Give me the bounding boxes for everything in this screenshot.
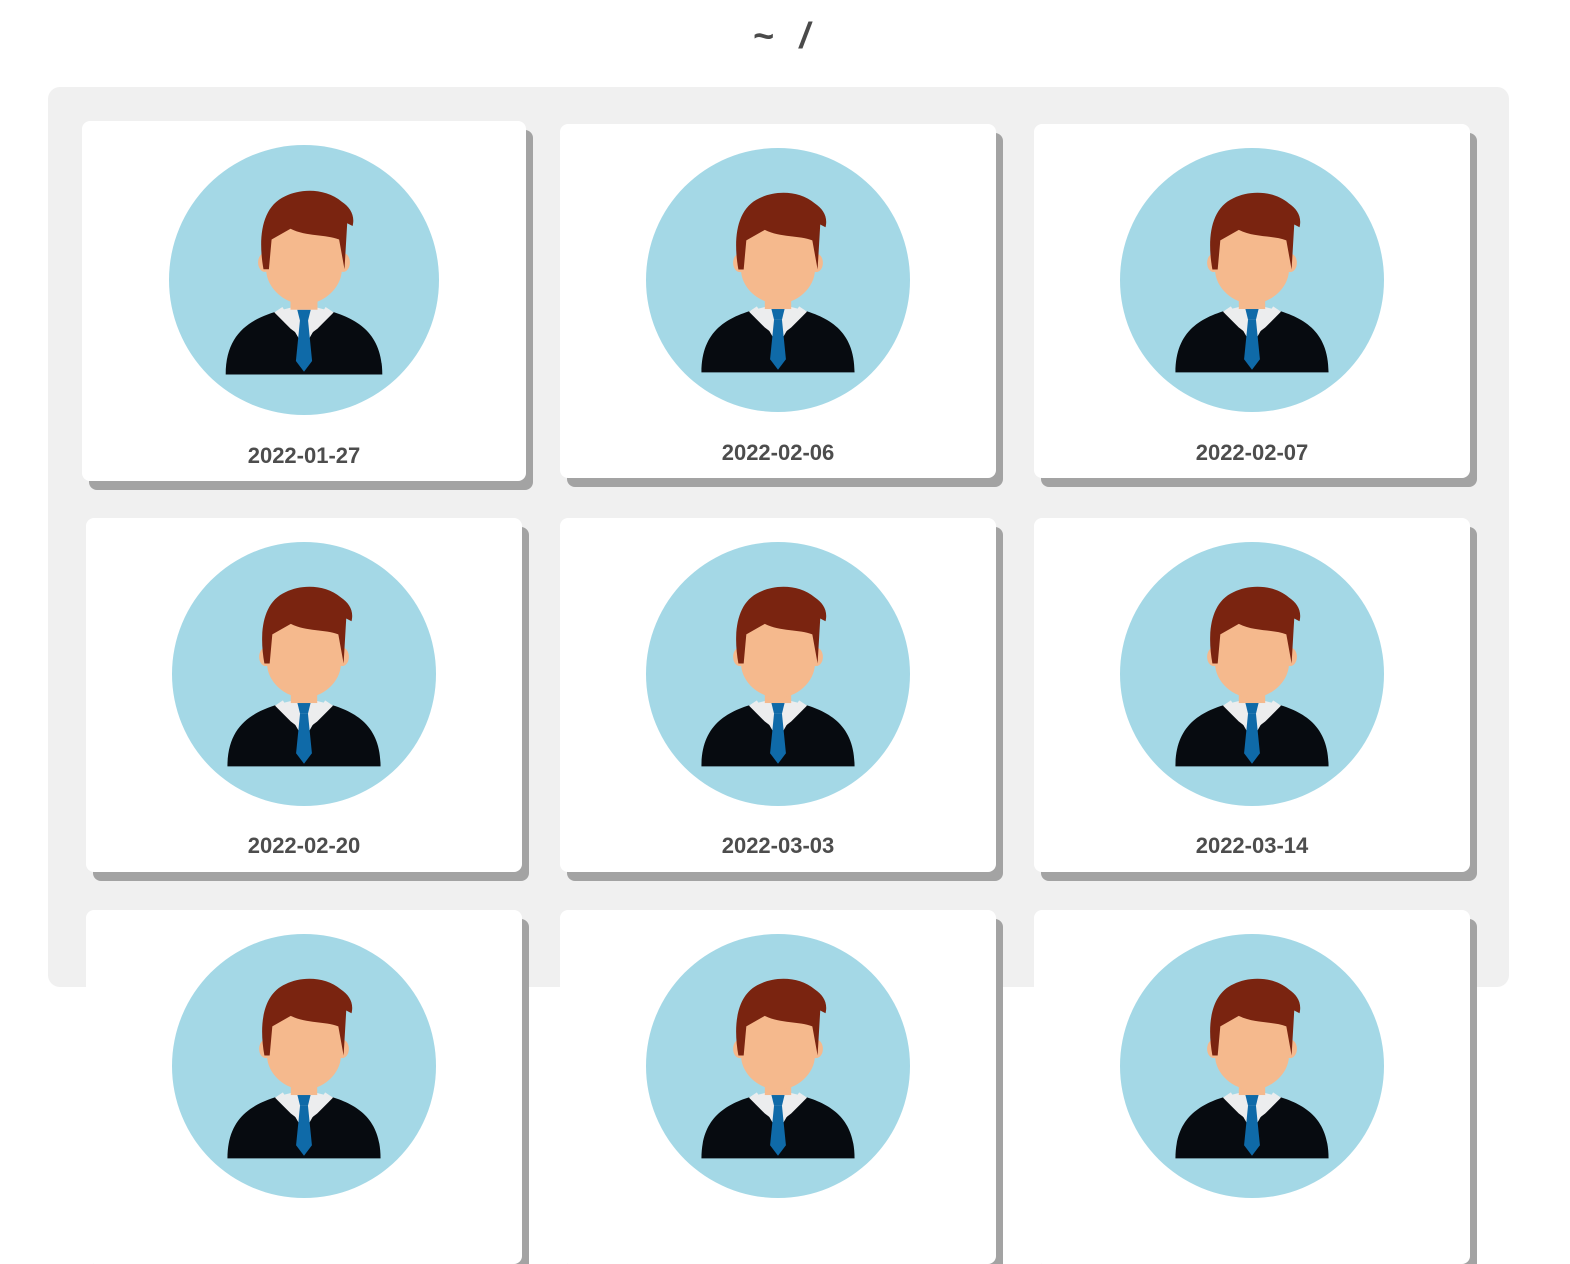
page-title: ~ /: [752, 15, 818, 56]
gallery-card[interactable]: 2022-01-27: [82, 121, 526, 481]
avatar-icon: [646, 148, 910, 412]
gallery-card[interactable]: [86, 910, 522, 1264]
avatar-icon: [172, 934, 436, 1198]
avatar-icon: [646, 934, 910, 1198]
gallery-card[interactable]: 2022-02-20: [86, 518, 522, 872]
avatar-icon: [172, 542, 436, 806]
card-date: 2022-01-27: [247, 443, 361, 468]
avatar-icon: [646, 542, 910, 806]
gallery-card[interactable]: 2022-03-03: [560, 518, 996, 872]
gallery-card[interactable]: 2022-02-06: [560, 124, 996, 478]
avatar-icon: [169, 145, 439, 415]
avatar-icon: [1120, 148, 1384, 412]
card-date: 2022-03-14: [1195, 833, 1309, 858]
card-date: 2022-02-20: [247, 833, 361, 858]
gallery-card[interactable]: 2022-03-14: [1034, 518, 1470, 872]
gallery-card[interactable]: [560, 910, 996, 1264]
avatar-icon: [1120, 542, 1384, 806]
avatar-icon: [1120, 934, 1384, 1198]
gallery-card[interactable]: [1034, 910, 1470, 1264]
card-date: 2022-03-03: [721, 833, 835, 858]
gallery-card[interactable]: 2022-02-07: [1034, 124, 1470, 478]
gallery-grid: 2022-01-27 2022-02-06 2022-02-07 2022-02…: [48, 87, 1509, 1264]
card-date: 2022-02-07: [1195, 440, 1309, 465]
card-date: 2022-02-06: [721, 440, 835, 465]
